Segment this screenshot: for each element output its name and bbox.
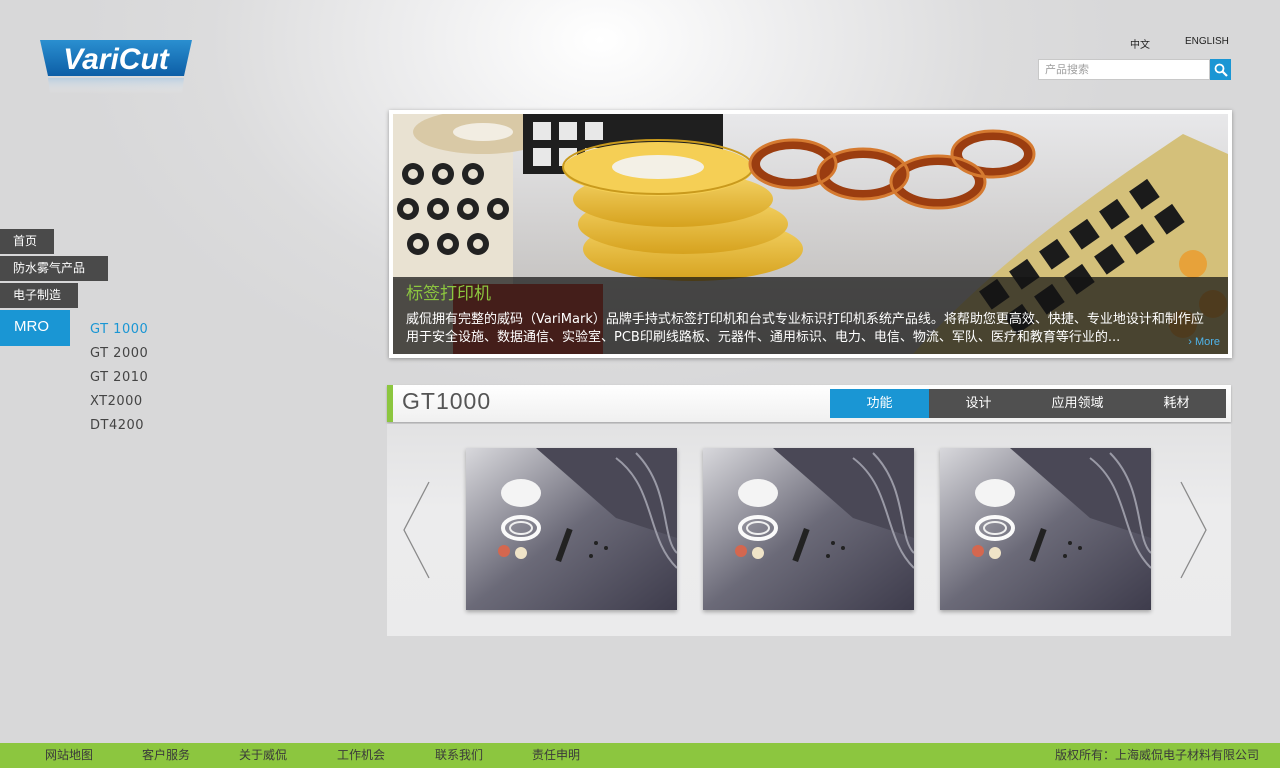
product-title: GT1000 [402, 388, 492, 414]
banner-more-link[interactable]: › More [1188, 336, 1220, 348]
lang-english-link[interactable]: ENGLISH [1185, 36, 1229, 47]
chevron-left-icon [403, 481, 430, 579]
carousel-next-button[interactable] [1177, 480, 1209, 580]
gasket-parts-photo [940, 448, 1151, 610]
tab-applications[interactable]: 应用领域 [1028, 389, 1127, 418]
product-tabs: 功能 设计 应用领域 耗材 [830, 389, 1226, 418]
footer-link-careers[interactable]: 工作机会 [337, 743, 385, 768]
banner-image[interactable]: 标签打印机 威侃拥有完整的威码（VariMark）品牌手持式标签打印机和台式专业… [393, 114, 1228, 354]
nav-waterproof-fog[interactable]: 防水雾气产品 [0, 256, 108, 281]
product-thumbnail[interactable] [466, 448, 677, 610]
footer-link-contact[interactable]: 联系我们 [435, 743, 483, 768]
tab-design[interactable]: 设计 [929, 389, 1028, 418]
chevron-right-icon [1180, 481, 1207, 579]
gasket-parts-photo [466, 448, 677, 610]
carousel-prev-button[interactable] [401, 480, 433, 580]
varicut-logo[interactable]: VariCut [38, 38, 194, 94]
search-button[interactable] [1210, 59, 1231, 80]
banner: 标签打印机 威侃拥有完整的威码（VariMark）品牌手持式标签打印机和台式专业… [389, 110, 1232, 358]
footer-link-customer-service[interactable]: 客户服务 [142, 743, 190, 768]
product-carousel [387, 424, 1231, 636]
banner-title[interactable]: 标签打印机 [406, 283, 1215, 305]
copyright-text: 版权所有：上海威侃电子材料有限公司 [1054, 748, 1259, 762]
product-thumbnail[interactable] [703, 448, 914, 610]
banner-description: 威侃拥有完整的威码（VariMark）品牌手持式标签打印机和台式专业标识打印机系… [406, 312, 1204, 345]
subnav-gt2000[interactable]: GT 2000 [90, 346, 148, 361]
search-input[interactable] [1038, 59, 1210, 80]
footer: 网站地图 客户服务 关于威侃 工作机会 联系我们 责任申明 版权所有：上海威侃电… [0, 743, 1280, 768]
subnav-dt4200[interactable]: DT4200 [90, 418, 144, 433]
gasket-parts-photo [703, 448, 914, 610]
tab-consumables[interactable]: 耗材 [1127, 389, 1226, 418]
search-bar [1038, 59, 1231, 80]
product-header: GT1000 功能 设计 应用领域 耗材 [387, 385, 1231, 422]
nav-mro[interactable]: MRO [0, 310, 70, 346]
subnav-xt2000[interactable]: XT2000 [90, 394, 143, 409]
tab-features[interactable]: 功能 [830, 389, 929, 418]
footer-link-about[interactable]: 关于威侃 [239, 743, 287, 768]
search-icon [1214, 63, 1228, 77]
banner-caption: 标签打印机 威侃拥有完整的威码（VariMark）品牌手持式标签打印机和台式专业… [393, 277, 1228, 354]
subnav-gt1000[interactable]: GT 1000 [90, 322, 148, 337]
lang-chinese-link[interactable]: 中文 [1130, 36, 1150, 51]
title-accent-bar [387, 385, 393, 422]
nav-electronics[interactable]: 电子制造 [0, 283, 78, 308]
logo-text: VariCut [63, 43, 171, 76]
subnav-gt2010[interactable]: GT 2010 [90, 370, 148, 385]
footer-link-disclaimer[interactable]: 责任申明 [532, 743, 580, 768]
nav-home[interactable]: 首页 [0, 229, 54, 254]
product-thumbnail[interactable] [940, 448, 1151, 610]
footer-link-sitemap[interactable]: 网站地图 [45, 743, 93, 768]
